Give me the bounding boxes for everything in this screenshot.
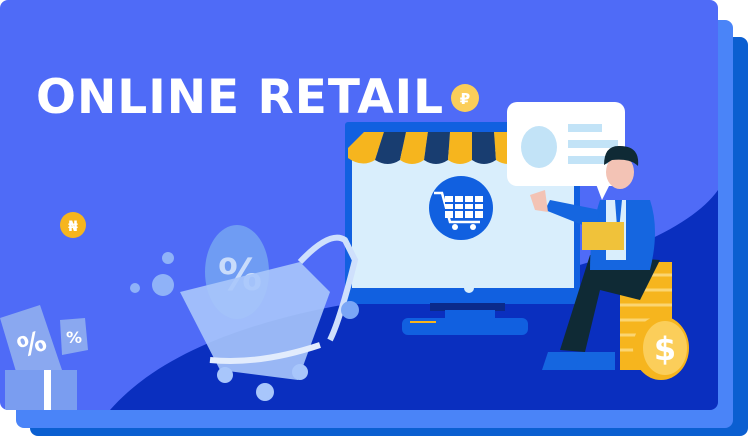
ruble-coin: ₽ [451,84,479,112]
gift-box [5,370,77,410]
dollar-coin: $ [633,316,689,380]
shopping-cart-icon [429,176,493,240]
svg-text:₽: ₽ [460,90,470,108]
svg-text:%: % [66,328,82,347]
svg-text:$: $ [654,330,676,368]
banner-title: ONLINE RETAIL [36,70,445,125]
banner: $ ₽ ₦ % % % ONLINE RETAIL [0,0,718,410]
naira-coin: ₦ [60,212,86,238]
illustration: $ ₽ ₦ % % % [0,84,718,410]
speech-bubble [507,102,625,200]
svg-text:₦: ₦ [68,219,78,235]
